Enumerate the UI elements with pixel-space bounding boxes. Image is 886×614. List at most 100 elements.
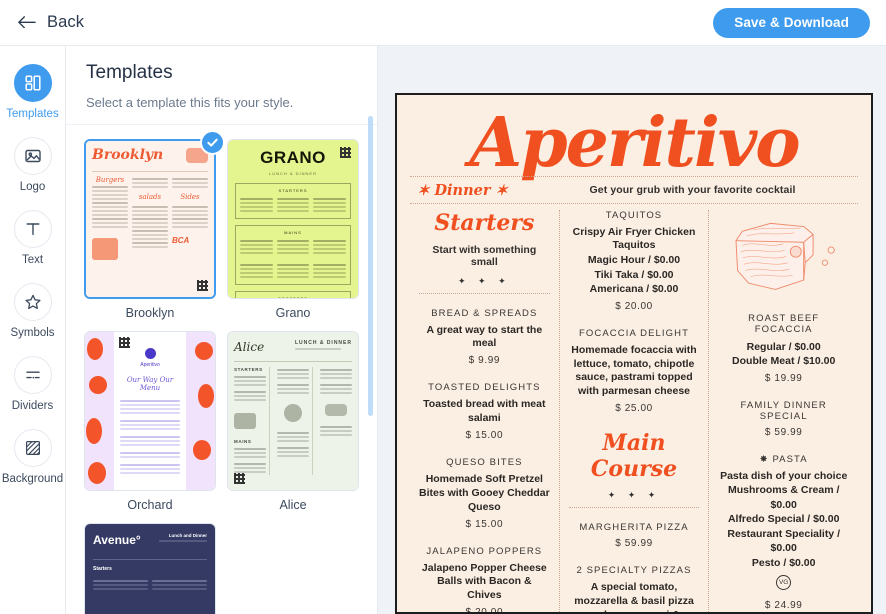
sidebar-item-text[interactable]: Text <box>0 210 66 266</box>
menu-item-name: ROAST BEEF FOCACCIA <box>748 312 820 335</box>
editor-body: Templates Logo Text Symbols Dividers Bac… <box>0 46 886 614</box>
template-thumb-brooklyn: Brooklyn Burgers salads Sides BCA <box>84 139 216 299</box>
menu-item-option: Mushrooms & Cream / $0.00 <box>727 484 840 511</box>
menu-item-price: $ 20.00 <box>615 300 653 312</box>
sidebar-label-text: Text <box>21 254 44 266</box>
menu-item-name: FAMILY DINNER SPECIAL <box>740 399 827 422</box>
sidebar-item-dividers[interactable]: Dividers <box>0 356 66 412</box>
menu-item-name: QUESO BITES <box>446 457 523 469</box>
menu-column-starters: Starters Start with something small ✦ ✦ … <box>410 210 559 612</box>
menu-item-desc: A great way to start the meal <box>426 323 543 350</box>
sidebar-label-dividers: Dividers <box>11 400 54 412</box>
menu-column-center: TAQUITOS Crispy Air Fryer Chicken Taquit… <box>558 209 709 612</box>
menu-tagline-row: ✶ Dinner ✶ Get your grub with your favor… <box>410 177 858 203</box>
template-card-alice[interactable]: Alice LUNCH & DINNER STARTERS MAINS Alic… <box>227 331 359 512</box>
image-icon <box>13 137 52 175</box>
menu-item-name: BREAD & SPREADS <box>431 307 538 319</box>
template-grid: Brooklyn Burgers salads Sides BCA Brookl… <box>84 130 359 614</box>
menu-item[interactable]: ROAST BEEF FOCACCIA Regular / $0.00 Doub… <box>718 313 849 384</box>
menu-item-price: $ 20.00 <box>465 607 504 614</box>
templates-panel: Templates Select a template this fits yo… <box>66 46 378 614</box>
menu-item-option: Pesto / $0.00 <box>751 556 816 569</box>
template-thumb-alice: Alice LUNCH & DINNER STARTERS MAINS <box>227 331 359 491</box>
section-title-main-course: Main Course <box>590 430 678 483</box>
section-subtitle-starters: Start with something small <box>432 243 537 268</box>
menu-item-name: 2 SPECIALTY PIZZAS <box>576 565 692 577</box>
menu-item[interactable]: ✸ PASTA Pasta dish of your choice Mushro… <box>718 454 849 612</box>
menu-preview[interactable]: Aperitivo ✶ Dinner ✶ Get your grub with … <box>395 93 873 614</box>
menu-item-desc: Pasta dish of your choice <box>720 469 848 482</box>
menu-tagline: Get your grub with your favorite cocktai… <box>589 184 796 197</box>
menu-item-option: Restaurant Speciality / $0.00 <box>727 527 840 555</box>
editor-app: Back Save & Download Templates Logo Text… <box>0 0 886 614</box>
template-thumb-avenue: Avenue° Lunch and Dinner Starters <box>84 523 216 614</box>
menu-item-option: Alfredo Special / $0.00 <box>727 513 840 526</box>
back-button[interactable]: Back <box>18 13 84 32</box>
menu-item-desc: Jalapeno Popper Cheese Balls with Bacon … <box>421 561 547 602</box>
template-card-grano[interactable]: GRANO LUNCH & DINNER STARTERS MAINS DESS… <box>227 139 359 320</box>
text-t-icon <box>13 210 52 248</box>
menu-column-right: ROAST BEEF FOCACCIA Regular / $0.00 Doub… <box>708 209 858 612</box>
menu-item-name: JALAPENO POPPERS <box>426 545 543 557</box>
star-icon <box>13 283 52 321</box>
menu-item-desc: Toasted bread with meat salami <box>423 398 546 425</box>
templates-panel-header: Templates Select a template this fits yo… <box>66 46 377 125</box>
sidebar-item-background[interactable]: Background <box>0 429 66 485</box>
back-label: Back <box>47 13 85 31</box>
menu-item-desc: A special tomato, mozzarella & basil piz… <box>574 581 694 612</box>
section-title-starters: Starters <box>434 209 535 236</box>
page-title: Templates <box>86 62 173 83</box>
menu-item-price: $ 15.00 <box>465 430 504 442</box>
template-name-alice: Alice <box>279 498 307 512</box>
roast-beef-illustration <box>735 222 835 290</box>
menu-item-price: $ 19.99 <box>764 372 803 384</box>
template-card-orchard[interactable]: Aperitivo Our Way Our Menu Orchard <box>84 331 216 512</box>
menu-item[interactable]: MARGHERITA PIZZA $ 59.99 <box>569 522 700 549</box>
menu-item-price: $ 24.99 <box>764 600 803 612</box>
menu-item-option: Americana / $0.00 <box>589 283 679 296</box>
menu-item[interactable]: TAQUITOS Crispy Air Fryer Chicken Taquit… <box>569 210 700 312</box>
menu-meal-label: ✶ Dinner ✶ <box>417 181 508 199</box>
sidebar-label-background: Background <box>1 473 64 485</box>
save-and-download-button[interactable]: Save & Download <box>713 7 870 38</box>
menu-item[interactable]: FAMILY DINNER SPECIAL $ 59.99 <box>718 400 849 438</box>
menu-item-option: Regular / $0.00 <box>746 340 821 353</box>
menu-canvas[interactable]: Aperitivo ✶ Dinner ✶ Get your grub with … <box>378 46 886 614</box>
sidebar-label-templates: Templates <box>6 108 59 120</box>
menu-item[interactable]: JALAPENO POPPERS Jalapeno Popper Cheese … <box>419 545 550 614</box>
menu-header: Aperitivo <box>410 109 858 177</box>
sidebar-item-logo[interactable]: Logo <box>0 137 66 193</box>
page-subtitle: Select a template this fits your style. <box>86 95 294 110</box>
menu-item-name: ✸ PASTA <box>759 453 808 465</box>
template-thumb-orchard: Aperitivo Our Way Our Menu <box>84 331 216 491</box>
template-card-avenue[interactable]: Avenue° Lunch and Dinner Starters <box>84 523 216 614</box>
template-card-brooklyn[interactable]: Brooklyn Burgers salads Sides BCA Brookl… <box>84 130 225 320</box>
menu-columns: Starters Start with something small ✦ ✦ … <box>410 204 858 612</box>
section-stars-main-course: ✦ ✦ ✦ <box>607 490 661 501</box>
menu-item-name: MARGHERITA PIZZA <box>579 522 689 534</box>
menu-item[interactable]: BREAD & SPREADS A great way to start the… <box>419 308 550 367</box>
sidebar-label-symbols: Symbols <box>10 327 55 339</box>
sidebar-item-symbols[interactable]: Symbols <box>0 283 66 339</box>
menu-item-option: Magic Hour / $0.00 <box>587 254 681 267</box>
layout-grid-icon <box>13 64 52 102</box>
template-name-orchard: Orchard <box>127 498 173 512</box>
tool-rail: Templates Logo Text Symbols Dividers Bac… <box>0 46 66 614</box>
templates-scroll-area[interactable]: Brooklyn Burgers salads Sides BCA Brookl… <box>66 125 377 614</box>
templates-scrollbar[interactable] <box>368 116 373 416</box>
menu-item-option: Tiki Taka / $0.00 <box>594 268 674 281</box>
template-thumb-grano: GRANO LUNCH & DINNER STARTERS MAINS DESS… <box>227 139 359 299</box>
menu-item[interactable]: 2 SPECIALTY PIZZAS A special tomato, moz… <box>569 565 700 612</box>
menu-item[interactable]: QUESO BITES Homemade Soft Pretzel Bites … <box>419 457 550 530</box>
menu-item-price: $ 59.99 <box>615 538 653 550</box>
menu-item[interactable]: TOASTED DELIGHTS Toasted bread with meat… <box>419 382 550 441</box>
template-name-brooklyn: Brooklyn <box>125 306 175 320</box>
hatch-square-icon <box>13 429 52 467</box>
menu-item-name: TAQUITOS <box>605 209 663 221</box>
menu-item[interactable]: FOCACCIA DELIGHT Homemade focaccia with … <box>569 328 700 414</box>
check-icon <box>200 130 225 155</box>
section-stars-starters: ✦ ✦ ✦ <box>458 275 511 286</box>
sidebar-item-templates[interactable]: Templates <box>0 64 66 120</box>
vegan-badge-icon: VG <box>776 575 792 591</box>
menu-item-desc: Homemade Soft Pretzel Bites with Gooey C… <box>419 473 550 513</box>
